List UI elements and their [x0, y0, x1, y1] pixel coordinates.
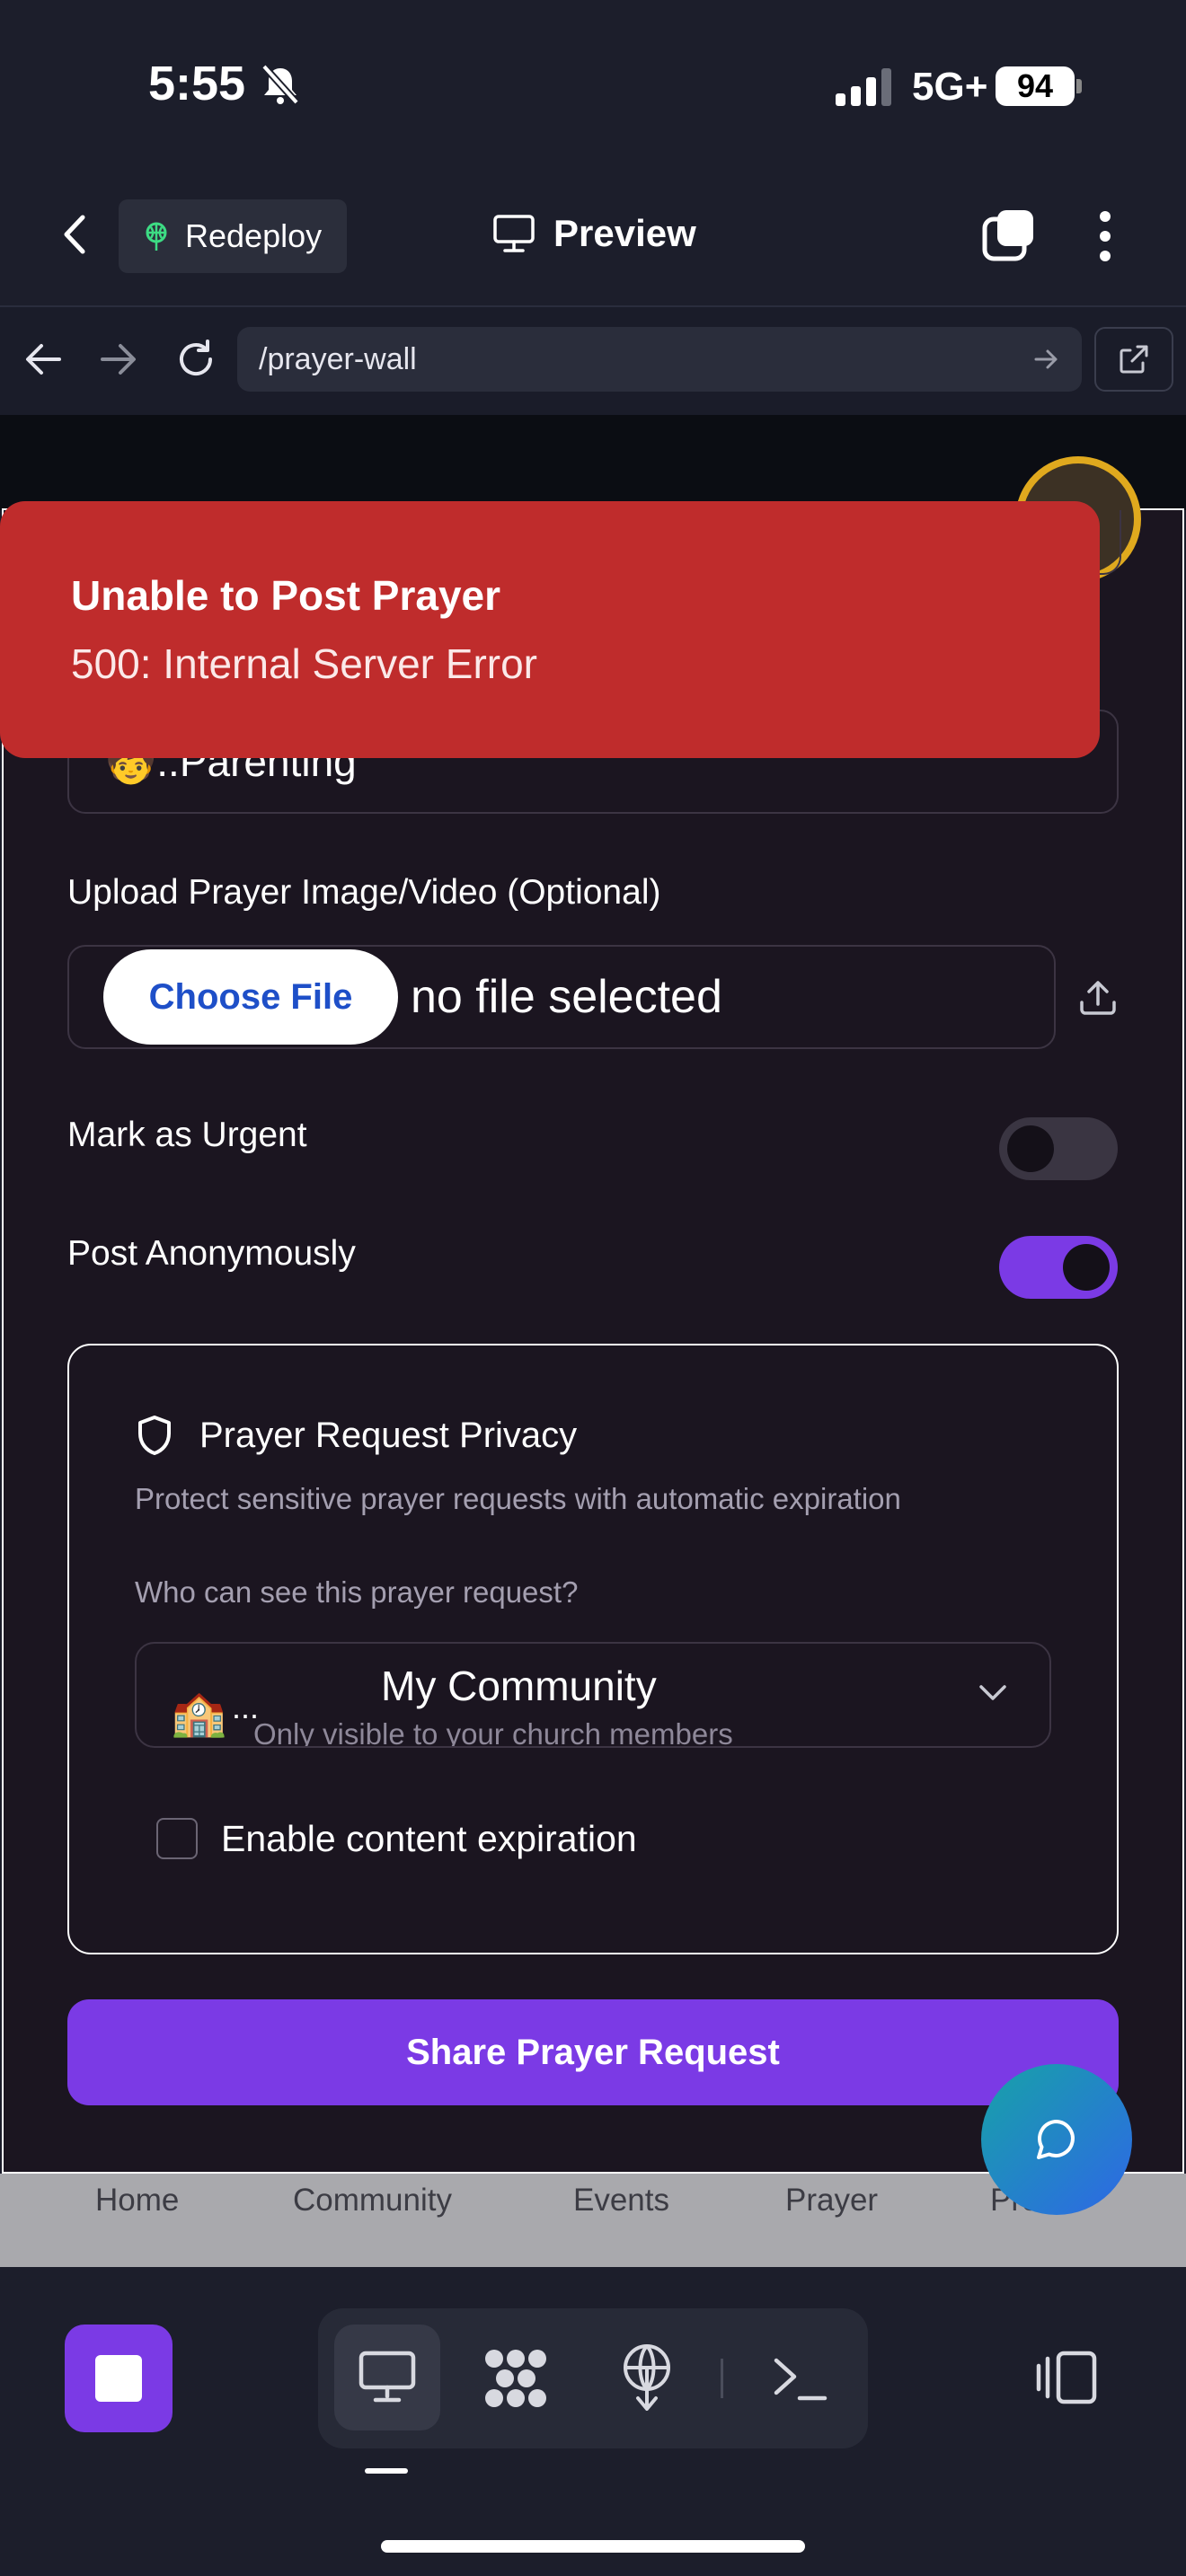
bell-muted-icon [261, 64, 299, 105]
no-file-text: no file selected [411, 971, 722, 1023]
monitor-icon[interactable] [358, 2350, 417, 2405]
visibility-select[interactable]: 🏫 ... My Community Only visible to your … [135, 1642, 1051, 1748]
privacy-description: Protect sensitive prayer requests with a… [135, 1482, 901, 1515]
redeploy-label: Redeploy [185, 217, 323, 254]
expiration-checkbox[interactable] [156, 1818, 198, 1859]
battery-tip [1076, 79, 1082, 93]
share-prayer-button[interactable]: Share Prayer Request [67, 1999, 1119, 2105]
chat-button[interactable] [981, 2064, 1132, 2215]
panel-toggle-icon[interactable] [1035, 2348, 1100, 2407]
back-chevron-icon[interactable] [58, 212, 93, 257]
urgent-toggle[interactable] [999, 1117, 1118, 1180]
file-input[interactable]: Choose File no file selected [67, 945, 1056, 1049]
more-vertical-icon[interactable] [1094, 208, 1116, 264]
expiration-label: Enable content expiration [221, 1818, 637, 1859]
urgent-toggle-knob [1007, 1125, 1054, 1172]
terminal-icon[interactable] [771, 2353, 828, 2404]
chevron-down-icon [979, 1685, 1006, 1700]
stop-icon [95, 2355, 142, 2402]
status-time: 5:55 [148, 57, 246, 110]
anonymous-toggle[interactable] [999, 1236, 1118, 1299]
url-field[interactable]: /prayer-wall [237, 327, 1082, 392]
home-indicator[interactable] [381, 2540, 805, 2553]
tabs-icon[interactable] [981, 207, 1037, 262]
nav-events[interactable]: Events [573, 2183, 669, 2219]
go-arrow-icon[interactable] [1033, 348, 1060, 371]
signal-icon [836, 68, 891, 106]
open-external-button[interactable] [1094, 327, 1173, 392]
dock-divider [721, 2359, 723, 2398]
deployments-icon[interactable] [618, 2342, 676, 2411]
network-type: 5G+ [912, 65, 988, 109]
battery-indicator: 94 [996, 66, 1075, 106]
privacy-question: Who can see this prayer request? [135, 1575, 579, 1609]
external-link-icon [1120, 345, 1148, 374]
upload-icon[interactable] [1076, 975, 1120, 1019]
privacy-title: Prayer Request Privacy [199, 1416, 578, 1455]
visibility-description: Only visible to your church members [253, 1717, 733, 1748]
browser-back-icon[interactable] [23, 341, 63, 377]
toast-message: 500: Internal Server Error [71, 640, 538, 687]
visibility-title: My Community [381, 1663, 657, 1709]
redeploy-button[interactable]: Redeploy [119, 199, 347, 273]
toast-title: Unable to Post Prayer [71, 572, 501, 619]
choose-file-button[interactable]: Choose File [103, 949, 398, 1045]
browser-forward-icon[interactable] [99, 341, 138, 377]
upload-label: Upload Prayer Image/Video (Optional) [67, 873, 661, 912]
nav-home[interactable]: Home [95, 2183, 179, 2219]
anonymous-label: Post Anonymously [67, 1234, 356, 1273]
urgent-label: Mark as Urgent [67, 1116, 307, 1154]
agent-icon[interactable] [482, 2346, 550, 2411]
church-icon: 🏫 [171, 1688, 227, 1738]
chat-bubble-icon [1037, 2120, 1075, 2159]
nav-prayer[interactable]: Prayer [785, 2183, 878, 2219]
shield-icon [138, 1416, 171, 1455]
active-tab-indicator [365, 2468, 408, 2474]
monitor-icon [493, 215, 535, 252]
reload-icon[interactable] [174, 338, 217, 381]
url-text: /prayer-wall [259, 341, 417, 376]
stop-button[interactable] [65, 2325, 173, 2432]
anonymous-toggle-knob [1063, 1244, 1110, 1291]
error-toast[interactable] [0, 501, 1100, 758]
preview-label: Preview [553, 212, 696, 254]
nav-community[interactable]: Community [293, 2183, 452, 2219]
preview-title: Preview [492, 212, 696, 255]
deploy-icon [146, 222, 167, 251]
web-header-strip [0, 415, 1186, 510]
